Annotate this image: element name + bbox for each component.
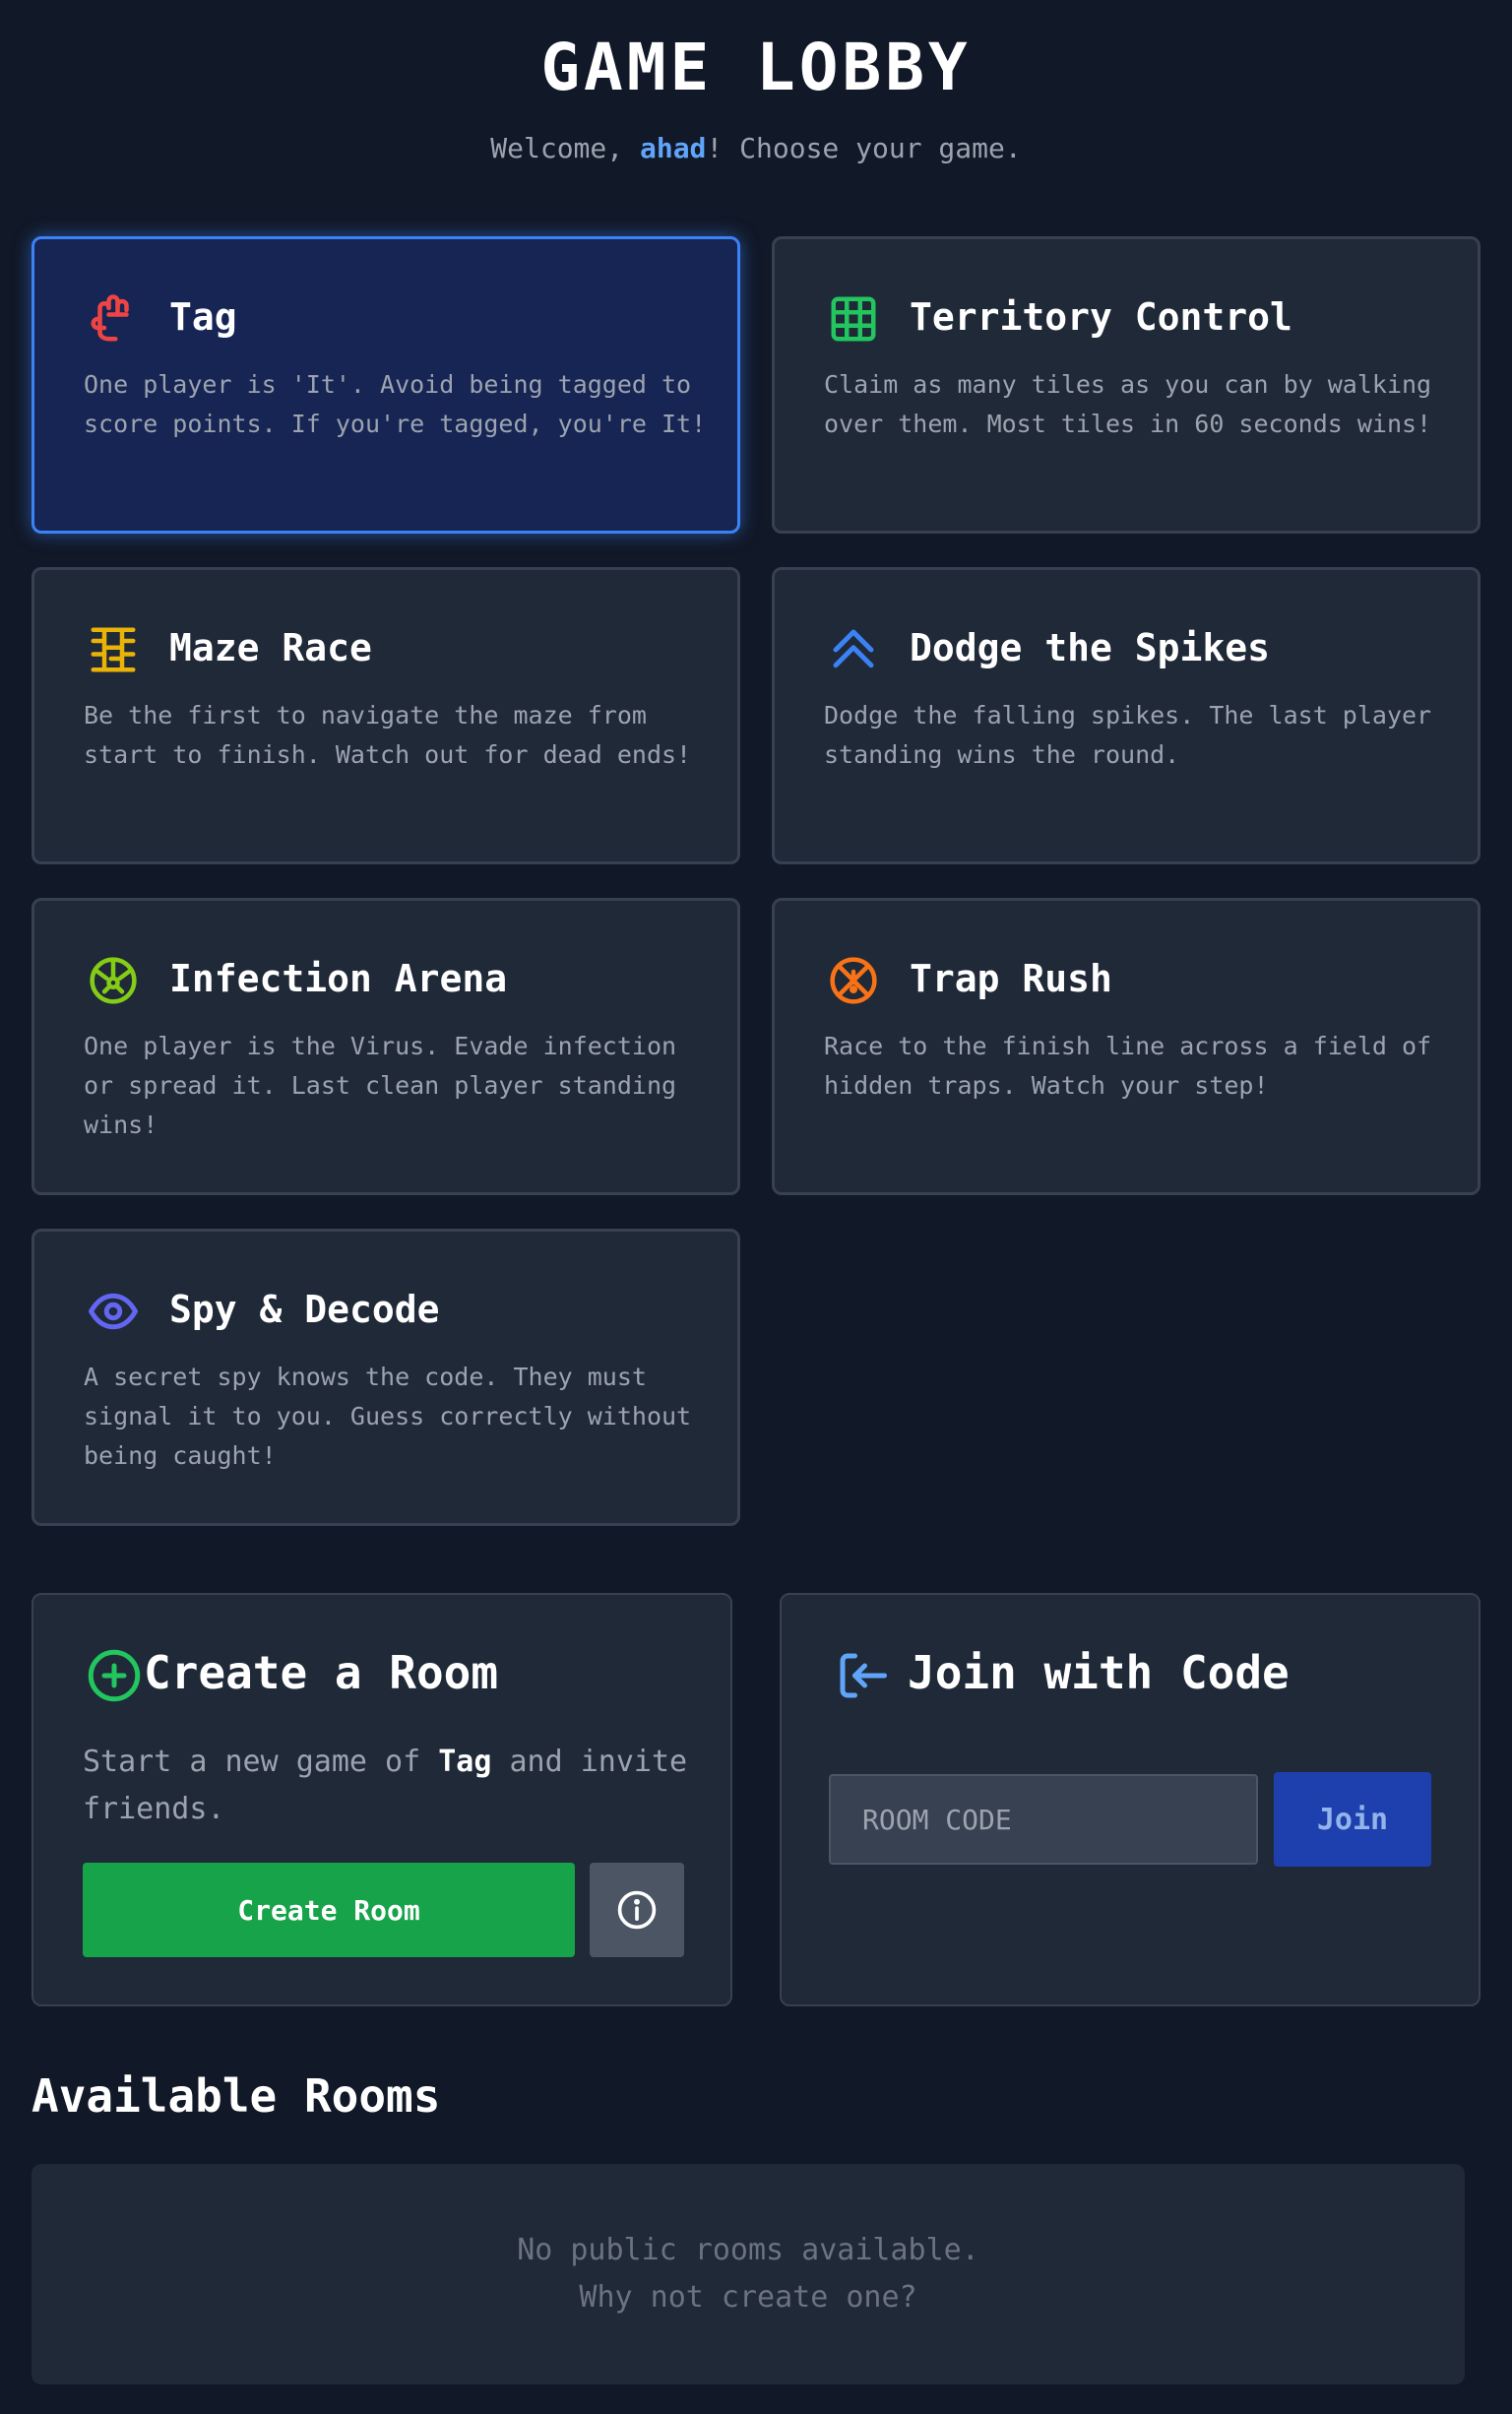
- game-description: One player is 'It'. Avoid being tagged t…: [84, 370, 707, 438]
- empty-state-line-2: Why not create one?: [579, 2280, 917, 2315]
- join-room-title: Join with Code: [908, 1646, 1290, 1699]
- game-lobby-page: GAME LOBBY Welcome, ahad! Choose your ga…: [0, 0, 1512, 2414]
- game-card-territory-control[interactable]: Territory Control Claim as many tiles as…: [772, 236, 1480, 534]
- game-title: Infection Arena: [169, 957, 508, 1000]
- eye-icon: [86, 1284, 141, 1339]
- trap-icon: [826, 953, 881, 1008]
- game-card-spy-decode[interactable]: Spy & Decode A secret spy knows the code…: [32, 1229, 740, 1526]
- create-room-title: Create a Room: [144, 1646, 499, 1699]
- plus-circle-icon: [85, 1646, 144, 1705]
- game-card-dodge-the-spikes[interactable]: Dodge the Spikes Dodge the falling spike…: [772, 567, 1480, 864]
- virus-icon: [86, 953, 141, 1008]
- game-card-infection-arena[interactable]: Infection Arena One player is the Virus.…: [32, 898, 740, 1195]
- desc-prefix: Start a new game of: [83, 1745, 439, 1779]
- game-card-maze-race[interactable]: Maze Race Be the first to navigate the m…: [32, 567, 740, 864]
- game-description: Race to the finish line across a field o…: [824, 1032, 1432, 1100]
- empty-state-line-1: No public rooms available.: [517, 2233, 979, 2267]
- available-rooms-title: Available Rooms: [32, 2069, 441, 2123]
- create-room-button[interactable]: Create Room: [83, 1863, 575, 1957]
- game-card-tag[interactable]: Tag One player is 'It'. Avoid being tagg…: [32, 236, 740, 534]
- game-description: Dodge the falling spikes. The last playe…: [824, 701, 1432, 769]
- maze-icon: [86, 622, 141, 677]
- info-icon: [617, 1890, 657, 1930]
- game-title: Territory Control: [910, 295, 1292, 339]
- info-button[interactable]: [590, 1863, 684, 1957]
- enter-icon: [833, 1646, 892, 1705]
- grid-icon: [826, 291, 881, 347]
- game-description: One player is the Virus. Evade infection…: [84, 1032, 677, 1139]
- welcome-message: Welcome, ahad! Choose your game.: [0, 132, 1512, 164]
- welcome-suffix: ! Choose your game.: [706, 132, 1022, 164]
- create-room-description: Start a new game of Tag and invite frien…: [83, 1739, 713, 1833]
- game-title: Tag: [169, 295, 237, 339]
- game-title: Maze Race: [169, 626, 372, 669]
- game-description: A secret spy knows the code. They must s…: [84, 1363, 692, 1470]
- page-title: GAME LOBBY: [540, 30, 972, 105]
- selected-game-name: Tag: [438, 1745, 492, 1779]
- game-title: Dodge the Spikes: [910, 626, 1271, 669]
- hand-icon: [86, 291, 141, 347]
- room-code-input[interactable]: [829, 1774, 1258, 1865]
- join-room-panel: Join with Code Join: [780, 1593, 1480, 2006]
- join-button[interactable]: Join: [1274, 1772, 1431, 1867]
- game-title: Spy & Decode: [169, 1288, 440, 1331]
- game-description: Claim as many tiles as you can by walkin…: [824, 370, 1432, 438]
- create-room-panel: Create a Room Start a new game of Tag an…: [32, 1593, 732, 2006]
- game-title: Trap Rush: [910, 957, 1112, 1000]
- game-card-trap-rush[interactable]: Trap Rush Race to the finish line across…: [772, 898, 1480, 1195]
- welcome-prefix: Welcome,: [490, 132, 640, 164]
- username: ahad: [639, 132, 707, 164]
- game-description: Be the first to navigate the maze from s…: [84, 701, 692, 769]
- available-rooms-list: No public rooms available. Why not creat…: [32, 2164, 1465, 2384]
- double-chevron-up-icon: [826, 622, 881, 677]
